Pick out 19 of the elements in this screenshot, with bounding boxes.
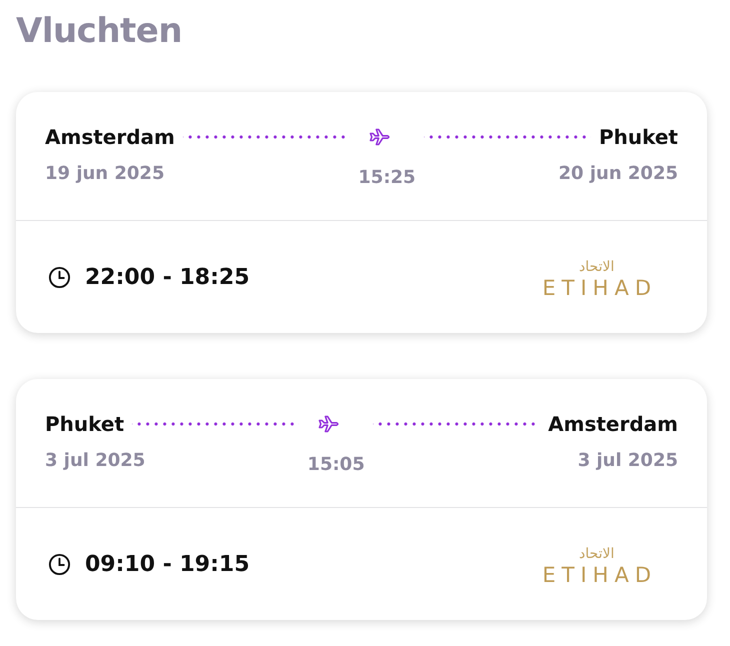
departure-date: 19 jun 2025 bbox=[45, 162, 164, 186]
arrival-date: 3 jul 2025 bbox=[578, 449, 678, 473]
clock-icon bbox=[48, 552, 71, 576]
departure-date: 3 jul 2025 bbox=[45, 449, 146, 473]
clock-icon bbox=[48, 266, 71, 288]
flight-duration: 15:25 bbox=[358, 166, 416, 190]
arrival-city: Phuket bbox=[598, 124, 678, 150]
departure-arrival-times: 09:10 - 19:15 bbox=[85, 552, 250, 576]
departure-arrival-times: 22:00 - 18:25 bbox=[85, 264, 250, 290]
section-title: Vluchten bbox=[16, 10, 182, 52]
airline-logo-wordmark: ETIHAD bbox=[542, 276, 657, 300]
departure-city: Phuket bbox=[45, 411, 124, 437]
departure-city: Amsterdam bbox=[45, 124, 175, 150]
airline-logo-arabic: الاتحاد bbox=[579, 545, 614, 563]
flight-duration: 15:05 bbox=[307, 453, 365, 477]
airline-logo-wordmark: ETIHAD bbox=[542, 563, 657, 587]
arrival-city: Amsterdam bbox=[548, 411, 678, 437]
airline-logo-arabic: الاتحاد bbox=[579, 258, 614, 276]
arrival-date: 20 jun 2025 bbox=[558, 162, 678, 186]
